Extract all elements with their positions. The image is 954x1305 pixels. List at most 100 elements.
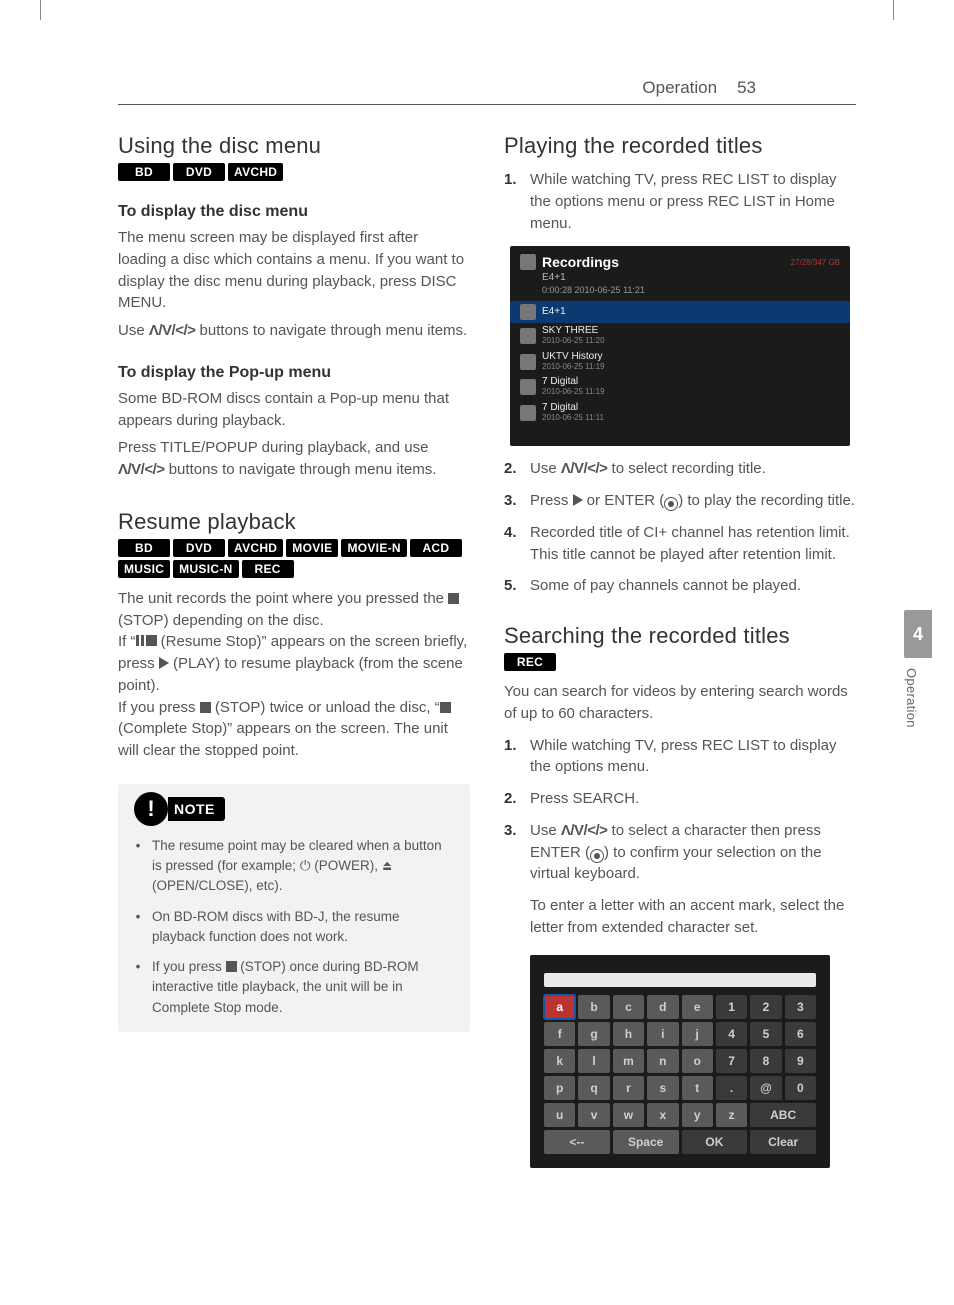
keyboard-key[interactable]: 1 (716, 995, 747, 1019)
keyboard-key[interactable]: 2 (750, 995, 781, 1019)
keyboard-key[interactable]: @ (750, 1076, 781, 1100)
section-playing-recorded-titles: Playing the recorded titles (504, 133, 856, 159)
recording-row[interactable]: 7 Digital2010-06-25 11:19 (510, 374, 850, 400)
keyboard-key[interactable]: q (578, 1076, 609, 1100)
bullet-icon: • (134, 907, 142, 948)
heading-display-popup-menu: To display the Pop-up menu (118, 364, 470, 382)
recording-thumbnail-icon (520, 379, 536, 395)
note-label: NOTE (168, 797, 225, 821)
keyboard-key[interactable]: z (716, 1103, 747, 1127)
keyboard-key[interactable]: Clear (750, 1130, 816, 1154)
text: Use (118, 322, 149, 339)
recording-date: 2010-06-25 11:19 (542, 362, 605, 372)
keyboard-key[interactable]: OK (682, 1130, 748, 1154)
list-number: 4. (504, 522, 524, 566)
ordered-list: 1. While watching TV, press REC LIST to … (504, 169, 856, 234)
keyboard-key[interactable]: 9 (785, 1049, 816, 1073)
bullet-icon: • (134, 957, 142, 1018)
header-page-number: 53 (737, 78, 756, 98)
keyboard-key[interactable]: x (647, 1103, 678, 1127)
stop-icon (440, 702, 451, 713)
keyboard-key[interactable]: l (578, 1049, 609, 1073)
keyboard-key[interactable]: r (613, 1076, 644, 1100)
note-item: • On BD-ROM discs with BD-J, the resume … (134, 907, 454, 948)
recordings-timestamp: 0:00:28 2010-06-25 11:21 (510, 285, 850, 295)
label-dvd: DVD (173, 163, 225, 181)
keyboard-key[interactable]: 8 (750, 1049, 781, 1073)
keyboard-key[interactable]: y (682, 1103, 713, 1127)
text: to select recording title. (607, 460, 765, 477)
recording-thumbnail-icon (520, 304, 536, 320)
note-header: ! NOTE (134, 784, 454, 826)
heading-display-disc-menu: To display the disc menu (118, 203, 470, 221)
header-section: Operation (642, 78, 717, 98)
list-item: 3. Use Λ/V/</> to select a character the… (504, 820, 856, 939)
text: The unit records the point where you pre… (118, 590, 448, 607)
crop-marks (40, 0, 894, 20)
keyboard-key[interactable]: 7 (716, 1049, 747, 1073)
keyboard-key[interactable]: g (578, 1022, 609, 1046)
keyboard-key[interactable]: k (544, 1049, 575, 1073)
keyboard-key[interactable]: 3 (785, 995, 816, 1019)
keyboard-key[interactable]: i (647, 1022, 678, 1046)
para-disc-menu-2: Use Λ/V/</> buttons to navigate through … (118, 320, 470, 342)
keyboard-key[interactable]: 0 (785, 1076, 816, 1100)
recording-thumbnail-icon (520, 328, 536, 344)
recordings-title: Recordings (542, 254, 619, 270)
text: ) to play the recording title. (678, 492, 855, 509)
keyboard-key[interactable]: Space (613, 1130, 679, 1154)
recording-thumbnail-icon (520, 354, 536, 370)
keyboard-key[interactable]: ABC (750, 1103, 816, 1127)
label-avchd: AVCHD (228, 163, 283, 181)
text: Recorded title of CI+ channel has retent… (530, 522, 856, 566)
text: (OPEN/CLOSE), etc). (152, 878, 283, 893)
text: Use (530, 822, 561, 839)
keyboard-key[interactable]: v (578, 1103, 609, 1127)
play-icon (573, 494, 583, 506)
keyboard-key[interactable]: n (647, 1049, 678, 1073)
keyboard-key[interactable]: w (613, 1103, 644, 1127)
list-item: 5. Some of pay channels cannot be played… (504, 575, 856, 597)
keyboard-key[interactable]: f (544, 1022, 575, 1046)
keyboard-key[interactable]: o (682, 1049, 713, 1073)
keyboard-key[interactable]: 6 (785, 1022, 816, 1046)
recording-row[interactable]: UKTV History2010-06-25 11:19 (510, 349, 850, 375)
recording-title: UKTV History (542, 352, 605, 362)
recording-title: 7 Digital (542, 377, 605, 387)
stop-icon (448, 593, 459, 604)
keyboard-key[interactable]: p (544, 1076, 575, 1100)
text: If “ (118, 633, 136, 650)
text: Some of pay channels cannot be played. (530, 575, 801, 597)
keyboard-key[interactable]: j (682, 1022, 713, 1046)
label-rec: REC (242, 560, 294, 578)
keyboard-key[interactable]: <-- (544, 1130, 610, 1154)
right-column: Playing the recorded titles 1. While wat… (504, 133, 856, 1168)
keyboard-key[interactable]: 5 (750, 1022, 781, 1046)
label-movie-n: MOVIE-N (341, 539, 406, 557)
text: (STOP) depending on the disc. (118, 612, 324, 629)
keyboard-key[interactable]: h (613, 1022, 644, 1046)
section-searching-recorded-titles: Searching the recorded titles (504, 623, 856, 649)
para-search-intro: You can search for videos by entering se… (504, 681, 856, 725)
recording-row[interactable]: SKY THREE2010-06-25 11:20 (510, 323, 850, 349)
keyboard-key[interactable]: t (682, 1076, 713, 1100)
stop-icon (226, 961, 237, 972)
keyboard-key[interactable]: e (682, 995, 713, 1019)
virtual-keyboard-screenshot: abcde123 fghij456 klmno789 pqrst.@0 uvwxyzAB… (530, 955, 830, 1168)
keyboard-key[interactable]: . (716, 1076, 747, 1100)
keyboard-key[interactable]: m (613, 1049, 644, 1073)
recording-row[interactable]: E4+1 (510, 301, 850, 323)
keyboard-key[interactable]: c (613, 995, 644, 1019)
recording-row[interactable]: 7 Digital2010-06-25 11:11 (510, 400, 850, 426)
text: Press SEARCH. (530, 788, 639, 810)
note-item: • The resume point may be cleared when a… (134, 836, 454, 897)
keyboard-key[interactable]: s (647, 1076, 678, 1100)
keyboard-key[interactable]: a (544, 995, 575, 1019)
label-dvd: DVD (173, 539, 225, 557)
recording-thumbnail-icon (520, 405, 536, 421)
section-using-disc-menu: Using the disc menu (118, 133, 470, 159)
keyboard-key[interactable]: 4 (716, 1022, 747, 1046)
keyboard-key[interactable]: u (544, 1103, 575, 1127)
keyboard-key[interactable]: d (647, 995, 678, 1019)
keyboard-key[interactable]: b (578, 995, 609, 1019)
